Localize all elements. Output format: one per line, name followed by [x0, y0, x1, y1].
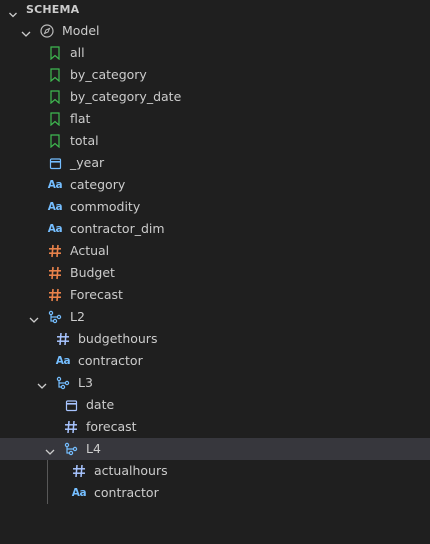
tree-item-label: budgethours	[78, 331, 158, 346]
bookmark-icon	[48, 90, 62, 104]
tree-item-label: flat	[70, 111, 91, 126]
tree-item-label: Model	[62, 23, 100, 38]
schema-panel: SCHEMA Model all by_category by_category…	[0, 0, 430, 544]
bookmark-icon	[48, 112, 62, 126]
chevron-down-icon[interactable]	[44, 443, 56, 455]
text-type-icon: Aa	[47, 201, 63, 213]
hierarchy-icon	[48, 310, 62, 324]
section-title: SCHEMA	[26, 3, 80, 16]
tree-item-label: Forecast	[70, 287, 123, 302]
hash-icon	[56, 332, 70, 346]
tree-item-forecast-l3[interactable]: forecast	[0, 416, 430, 438]
tree-item-by-category-date[interactable]: by_category_date	[0, 86, 430, 108]
tree-item-category[interactable]: Aa category	[0, 174, 430, 196]
calendar-icon	[48, 156, 62, 170]
tree-item-actualhours[interactable]: actualhours	[0, 460, 430, 482]
chevron-down-icon[interactable]	[36, 377, 48, 389]
tree-item-label: Budget	[70, 265, 115, 280]
tree-item-label: forecast	[86, 419, 137, 434]
tree-item-label: by_category_date	[70, 89, 182, 104]
tree-item-label: commodity	[70, 199, 141, 214]
hierarchy-icon	[56, 376, 70, 390]
chevron-down-icon[interactable]	[28, 311, 40, 323]
tree-item-label: L2	[70, 309, 85, 324]
text-type-icon: Aa	[47, 223, 63, 235]
tree-item-label: actualhours	[94, 463, 168, 478]
text-type-icon: Aa	[47, 179, 63, 191]
compass-icon	[40, 24, 54, 38]
tree-item-l2[interactable]: L2	[0, 306, 430, 328]
tree-item-label: contractor_dim	[70, 221, 165, 236]
tree-item-l4[interactable]: L4	[0, 438, 430, 460]
tree-item-label: contractor	[78, 353, 143, 368]
hash-icon	[48, 244, 62, 258]
tree-item-label: L3	[78, 375, 93, 390]
text-type-icon: Aa	[55, 355, 71, 367]
tree-item-year[interactable]: _year	[0, 152, 430, 174]
tree-item-label: contractor	[94, 485, 159, 500]
bookmark-icon	[48, 46, 62, 60]
bookmark-icon	[48, 68, 62, 82]
tree-item-label: by_category	[70, 67, 147, 82]
tree-item-label: Actual	[70, 243, 110, 258]
chevron-down-icon[interactable]	[20, 25, 32, 37]
tree-item-budget[interactable]: Budget	[0, 262, 430, 284]
text-type-icon: Aa	[71, 487, 87, 499]
tree-item-budgethours[interactable]: budgethours	[0, 328, 430, 350]
tree-item-contractor-l4[interactable]: Aa contractor	[0, 482, 430, 504]
hash-icon	[48, 288, 62, 302]
tree-item-label: total	[70, 133, 99, 148]
calendar-icon	[64, 398, 78, 412]
tree-item-label: category	[70, 177, 126, 192]
hash-icon	[72, 464, 86, 478]
bookmark-icon	[48, 134, 62, 148]
tree-item-contractor-l2[interactable]: Aa contractor	[0, 350, 430, 372]
tree-item-label: L4	[86, 441, 101, 456]
tree-item-model[interactable]: Model	[0, 20, 430, 42]
tree-item-label: all	[70, 45, 85, 60]
tree-item-forecast-measure[interactable]: Forecast	[0, 284, 430, 306]
schema-section-header[interactable]: SCHEMA	[0, 0, 430, 20]
tree-item-label: _year	[70, 155, 105, 170]
tree-item-all[interactable]: all	[0, 42, 430, 64]
tree-item-l3[interactable]: L3	[0, 372, 430, 394]
hash-icon	[48, 266, 62, 280]
tree-item-actual[interactable]: Actual	[0, 240, 430, 262]
hierarchy-icon	[64, 442, 78, 456]
tree-item-contractor-dim[interactable]: Aa contractor_dim	[0, 218, 430, 240]
tree-item-commodity[interactable]: Aa commodity	[0, 196, 430, 218]
tree-item-flat[interactable]: flat	[0, 108, 430, 130]
tree-item-label: date	[86, 397, 115, 412]
tree-item-date[interactable]: date	[0, 394, 430, 416]
tree-item-by-category[interactable]: by_category	[0, 64, 430, 86]
hash-icon	[64, 420, 78, 434]
tree-item-total[interactable]: total	[0, 130, 430, 152]
